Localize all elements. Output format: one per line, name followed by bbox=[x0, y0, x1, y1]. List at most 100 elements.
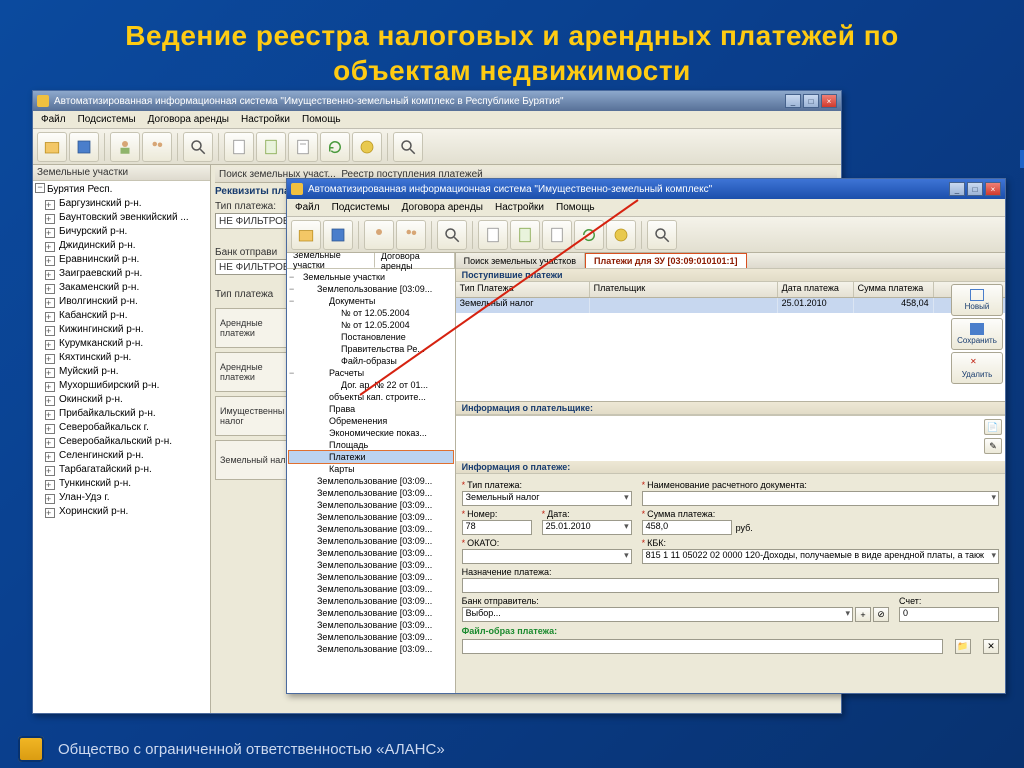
delete-button[interactable]: ✕Удалить bbox=[951, 352, 1003, 384]
tree-node[interactable]: Землепользование [03:09... bbox=[289, 631, 453, 643]
okato-select[interactable] bbox=[462, 549, 632, 564]
tree-node[interactable]: Землепользование [03:09... bbox=[289, 607, 453, 619]
menu-item[interactable]: Помощь bbox=[302, 114, 341, 125]
tree-node[interactable]: Курумканский р-н. bbox=[37, 337, 208, 351]
tree-node[interactable]: Расчеты bbox=[289, 367, 453, 379]
region-tree[interactable]: Бурятия Респ. Баргузинский р-н.Баунтовск… bbox=[33, 181, 210, 713]
sub-tab-lease[interactable]: Договора аренды bbox=[375, 253, 455, 268]
tool-open-icon[interactable] bbox=[37, 132, 67, 162]
num-input[interactable]: 78 bbox=[462, 520, 532, 535]
tool-users-icon[interactable] bbox=[142, 132, 172, 162]
right-tab-search[interactable]: Поиск земельных участков bbox=[456, 253, 585, 268]
tool-user-icon[interactable] bbox=[364, 220, 394, 250]
main-titlebar[interactable]: Автоматизированная информационная систем… bbox=[33, 91, 841, 111]
tool-refresh-icon[interactable] bbox=[320, 132, 350, 162]
file-input[interactable] bbox=[462, 639, 943, 654]
tree-node[interactable]: Землепользование [03:09... bbox=[289, 559, 453, 571]
purpose-input[interactable] bbox=[462, 578, 999, 593]
tool-user-icon[interactable] bbox=[110, 132, 140, 162]
tree-node[interactable]: Кяхтинский р-н. bbox=[37, 351, 208, 365]
tool-zoom-icon[interactable] bbox=[647, 220, 677, 250]
sub-tab-land[interactable]: Земельные участки bbox=[287, 253, 375, 268]
paytype-select[interactable]: Земельный налог bbox=[462, 491, 632, 506]
tree-node[interactable]: Иволгинский р-н. bbox=[37, 295, 208, 309]
tree-node[interactable]: Северобайкальск г. bbox=[37, 421, 208, 435]
tree-node[interactable]: Дог. ар. № 22 от 01... bbox=[289, 379, 453, 391]
menu-item[interactable]: Настройки bbox=[241, 114, 290, 125]
tree-node[interactable]: Землепользование [03:09... bbox=[289, 511, 453, 523]
tree-node[interactable]: Селенгинский р-н. bbox=[37, 449, 208, 463]
col-type[interactable]: Тип Платежа bbox=[456, 282, 590, 297]
tree-node[interactable]: Обременения bbox=[289, 415, 453, 427]
date-input[interactable]: 25.01.2010 bbox=[542, 520, 632, 535]
close-button[interactable]: × bbox=[821, 94, 837, 108]
tool-doc1-icon[interactable] bbox=[224, 132, 254, 162]
tree-node[interactable]: Права bbox=[289, 403, 453, 415]
file-browse-icon[interactable]: 📁 bbox=[955, 639, 971, 654]
tree-node[interactable]: Земельные участки bbox=[289, 271, 453, 283]
tree-node[interactable]: Землепользование [03:09... bbox=[289, 499, 453, 511]
tree-node[interactable]: Прибайкальский р-н. bbox=[37, 407, 208, 421]
payer-edit-icon[interactable]: ✎ bbox=[984, 438, 1002, 454]
tree-node[interactable]: Документы bbox=[289, 295, 453, 307]
kbk-select[interactable]: 815 1 11 05022 02 0000 120-Доходы, получ… bbox=[642, 549, 999, 564]
menu-item[interactable]: Настройки bbox=[495, 202, 544, 213]
tool-doc3-icon[interactable] bbox=[288, 132, 318, 162]
tree-node[interactable]: Еравнинский р-н. bbox=[37, 253, 208, 267]
tree-node[interactable]: Землепользование [03:09... bbox=[289, 583, 453, 595]
tree-node[interactable]: Землепользование [03:09... bbox=[289, 547, 453, 559]
menu-item[interactable]: Договора аренды bbox=[148, 114, 229, 125]
bank-add-icon[interactable]: + bbox=[855, 607, 871, 622]
menu-item[interactable]: Файл bbox=[41, 114, 66, 125]
menu-item[interactable]: Договора аренды bbox=[402, 202, 483, 213]
tree-node[interactable]: Землепользование [03:09... bbox=[289, 487, 453, 499]
tree-root[interactable]: Бурятия Респ. bbox=[37, 183, 208, 197]
payments-grid[interactable]: Тип Платежа Плательщик Дата платежа Сумм… bbox=[456, 282, 1005, 402]
bank-select[interactable]: Выбор... bbox=[462, 607, 853, 622]
tool-open-icon[interactable] bbox=[291, 220, 321, 250]
tool-doc2-icon[interactable] bbox=[256, 132, 286, 162]
close-button[interactable]: × bbox=[985, 182, 1001, 196]
tool-save-icon[interactable] bbox=[323, 220, 353, 250]
tree-node[interactable]: Экономические показ... bbox=[289, 427, 453, 439]
tree-node[interactable]: Закаменский р-н. bbox=[37, 281, 208, 295]
col-sum[interactable]: Сумма платежа bbox=[854, 282, 934, 297]
tool-users-icon[interactable] bbox=[396, 220, 426, 250]
tree-node[interactable]: Хоринский р-н. bbox=[37, 505, 208, 519]
tool-money-icon[interactable] bbox=[352, 132, 382, 162]
tree-node[interactable]: Карты bbox=[289, 463, 453, 475]
tree-node[interactable]: Кабанский р-н. bbox=[37, 309, 208, 323]
tree-node[interactable]: Тарбагатайский р-н. bbox=[37, 463, 208, 477]
tool-doc-icon[interactable] bbox=[478, 220, 508, 250]
tool-refresh-icon[interactable] bbox=[574, 220, 604, 250]
tool-search-icon[interactable] bbox=[437, 220, 467, 250]
sum-input[interactable]: 458,0 bbox=[642, 520, 732, 535]
tree-node[interactable]: Кижингинский р-н. bbox=[37, 323, 208, 337]
tree-node[interactable]: Баунтовский эвенкийский ... bbox=[37, 211, 208, 225]
col-payer[interactable]: Плательщик bbox=[590, 282, 778, 297]
menu-item[interactable]: Подсистемы bbox=[332, 202, 390, 213]
tool-doc-list-icon[interactable] bbox=[542, 220, 572, 250]
tool-money-icon[interactable] bbox=[606, 220, 636, 250]
tree-node[interactable]: Окинский р-н. bbox=[37, 393, 208, 407]
tree-node[interactable]: Муйский р-н. bbox=[37, 365, 208, 379]
max-button[interactable]: □ bbox=[803, 94, 819, 108]
docname-select[interactable] bbox=[642, 491, 999, 506]
tree-node[interactable]: Тункинский р-н. bbox=[37, 477, 208, 491]
grid-row[interactable]: Земельный налог 25.01.2010 458,04 bbox=[456, 298, 1005, 313]
menu-item[interactable]: Файл bbox=[295, 202, 320, 213]
tree-node[interactable]: Улан-Удэ г. bbox=[37, 491, 208, 505]
max-button[interactable]: □ bbox=[967, 182, 983, 196]
tree-node[interactable]: Файл-образы bbox=[289, 355, 453, 367]
new-button[interactable]: Новый bbox=[951, 284, 1003, 316]
tree-node[interactable]: Площадь bbox=[289, 439, 453, 451]
tree-node[interactable]: Северобайкальский р-н. bbox=[37, 435, 208, 449]
payer-new-icon[interactable]: 📄 bbox=[984, 419, 1002, 435]
tree-node[interactable]: объекты кап. строите... bbox=[289, 391, 453, 403]
tree-node[interactable]: Землепользование [03:09... bbox=[289, 283, 453, 295]
tree-node[interactable]: Землепользование [03:09... bbox=[289, 595, 453, 607]
min-button[interactable]: _ bbox=[949, 182, 965, 196]
tree-node[interactable]: Землепользование [03:09... bbox=[289, 475, 453, 487]
menu-item[interactable]: Помощь bbox=[556, 202, 595, 213]
tool-zoom-icon[interactable] bbox=[393, 132, 423, 162]
